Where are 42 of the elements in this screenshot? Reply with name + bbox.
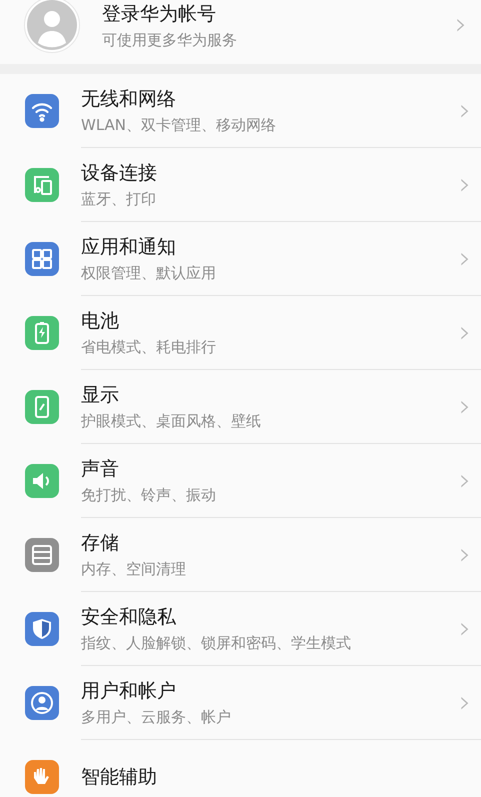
item-title: 智能辅助 [81, 765, 158, 790]
item-title: 安全和隐私 [81, 605, 177, 630]
chevron-icon: › [459, 614, 471, 644]
settings-item[interactable]: 显示 护眼模式、桌面风格、壁纸 › [0, 370, 481, 444]
account-subtitle: 可使用更多华为服务 [102, 30, 238, 50]
item-title: 存储 [81, 531, 120, 556]
chevron-icon: › [459, 466, 471, 496]
avatar-icon [24, 0, 80, 53]
item-title: 无线和网络 [81, 87, 177, 112]
settings-item[interactable]: 智能辅助 [0, 740, 481, 797]
chevron-icon: › [459, 540, 471, 570]
account-title: 登录华为帐号 [102, 2, 217, 26]
chevron-icon: › [459, 244, 471, 274]
item-title: 应用和通知 [81, 235, 177, 260]
settings-item[interactable]: 存储 内存、空间清理 › [0, 518, 481, 592]
settings-item[interactable]: 无线和网络 WLAN、双卡管理、移动网络 › [0, 74, 481, 148]
chevron-icon: › [459, 170, 471, 200]
item-title: 设备连接 [81, 161, 158, 186]
settings-item[interactable]: 应用和通知 权限管理、默认应用 › [0, 222, 481, 296]
item-subtitle: 护眼模式、桌面风格、壁纸 [81, 412, 262, 431]
settings-item[interactable]: 设备连接 蓝牙、打印 › [0, 148, 481, 222]
item-subtitle: 权限管理、默认应用 [81, 264, 217, 283]
settings-item[interactable]: 用户和帐户 多用户、云服务、帐户 › [0, 666, 481, 740]
item-subtitle: WLAN、双卡管理、移动网络 [81, 116, 278, 135]
chevron-icon: › [459, 688, 471, 718]
item-title: 显示 [81, 383, 120, 408]
item-subtitle: 指纹、人脸解锁、锁屏和密码、学生模式 [81, 634, 352, 653]
chevron-icon: › [455, 10, 467, 40]
chevron-icon: › [459, 96, 471, 126]
settings-item[interactable]: 声音 免打扰、铃声、振动 › [0, 444, 481, 518]
item-title: 用户和帐户 [81, 679, 177, 704]
settings-item[interactable]: 电池 省电模式、耗电排行 › [0, 296, 481, 370]
item-subtitle: 免打扰、铃声、振动 [81, 486, 217, 505]
chevron-icon: › [459, 392, 471, 422]
item-title: 电池 [81, 309, 120, 334]
settings-item[interactable]: 安全和隐私 指纹、人脸解锁、锁屏和密码、学生模式 › [0, 592, 481, 666]
item-title: 声音 [81, 457, 120, 482]
item-subtitle: 蓝牙、打印 [81, 190, 157, 209]
item-subtitle: 多用户、云服务、帐户 [81, 708, 232, 727]
item-subtitle: 省电模式、耗电排行 [81, 338, 217, 357]
item-subtitle: 内存、空间清理 [81, 560, 187, 579]
chevron-icon: › [459, 318, 471, 348]
